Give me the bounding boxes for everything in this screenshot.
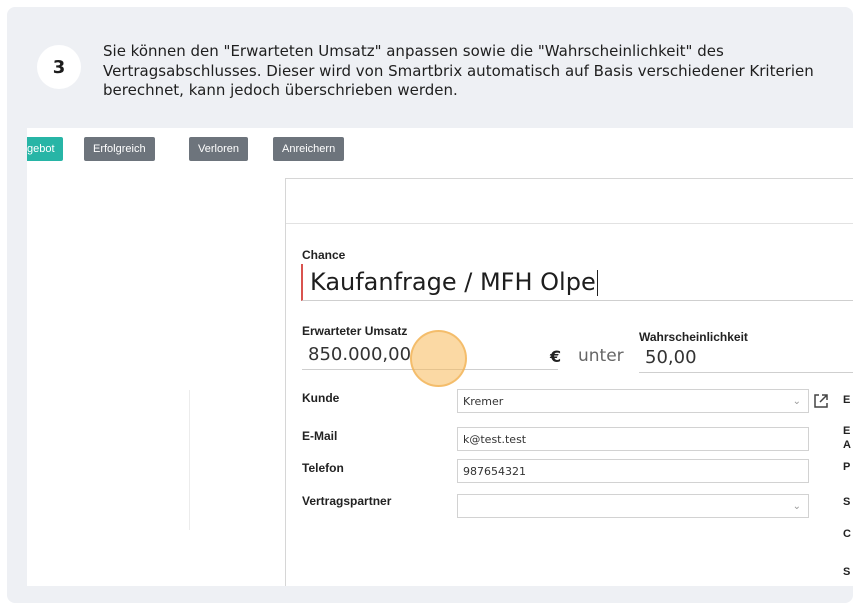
email-field[interactable]: k@test.test [457, 427, 809, 451]
right-col-letter: P [843, 461, 851, 473]
header-divider [286, 223, 853, 224]
chance-input[interactable]: Kaufanfrage / MFH Olpe [301, 264, 853, 301]
between-text: unter [578, 346, 624, 366]
chevron-down-icon: ⌄ [792, 501, 801, 512]
step-instruction: Sie können den "Erwarteten Umsatz" anpas… [103, 42, 814, 99]
probability-input[interactable]: 50,00 [639, 344, 853, 373]
right-col-letter: A [843, 439, 851, 451]
step-number-badge: 3 [37, 45, 81, 89]
contract-partner-label: Vertragspartner [302, 494, 392, 508]
phone-label: Telefon [302, 461, 344, 475]
contract-partner-select[interactable]: ⌄ [457, 494, 809, 518]
customer-label: Kunde [302, 391, 340, 405]
right-col-letter: C [843, 528, 851, 540]
lost-button[interactable]: Verloren [189, 137, 248, 161]
customer-value: Kremer [463, 395, 504, 408]
currency-symbol: € [550, 347, 562, 366]
right-col-letter: E [843, 394, 851, 406]
click-indicator [410, 330, 467, 387]
enrich-button[interactable]: Anreichern [273, 137, 345, 161]
revenue-label: Erwarteter Umsatz [302, 324, 408, 338]
right-col-letter: S [843, 566, 851, 578]
opportunity-form [285, 178, 853, 586]
offer-button[interactable]: gebot [27, 137, 63, 161]
column-divider [189, 390, 190, 530]
successful-button[interactable]: Erfolgreich [84, 137, 155, 161]
right-col-letter: S [843, 496, 851, 508]
probability-label: Wahrscheinlichkeit [639, 330, 748, 344]
email-label: E-Mail [302, 429, 338, 443]
external-link-icon[interactable] [812, 392, 830, 410]
customer-select[interactable]: Kremer ⌄ [457, 389, 809, 413]
chance-value: Kaufanfrage / MFH Olpe [310, 268, 596, 296]
chevron-down-icon: ⌄ [792, 396, 801, 407]
text-caret [596, 270, 598, 296]
chance-label: Chance [302, 248, 346, 262]
right-col-letter: E [843, 425, 851, 437]
phone-field[interactable]: 987654321 [457, 459, 809, 483]
